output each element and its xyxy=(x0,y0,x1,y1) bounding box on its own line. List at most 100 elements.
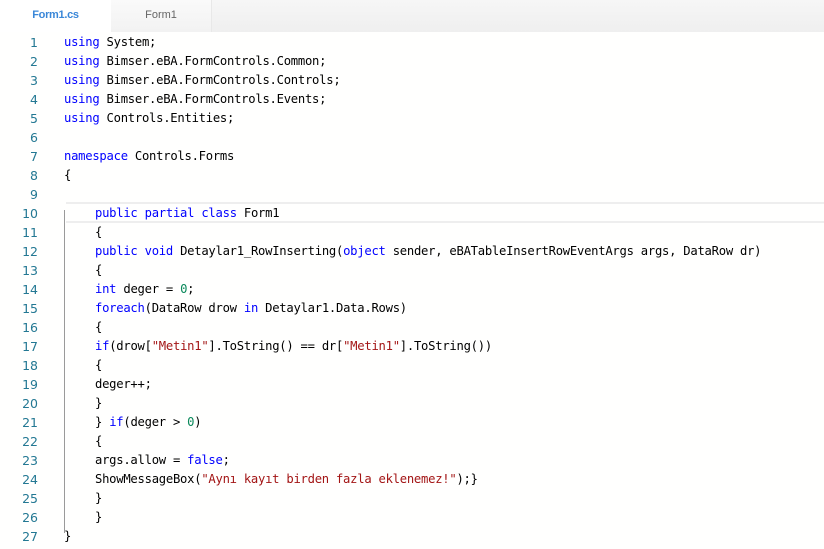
code-token: } xyxy=(95,491,103,505)
editor-tab-bar: Form1.cs Form1 xyxy=(0,0,824,32)
keyword-token: namespace xyxy=(64,149,128,163)
code-token: } xyxy=(95,396,103,410)
code-text: } xyxy=(95,508,102,527)
code-line[interactable]: 7 namespace Controls.Forms xyxy=(0,147,824,166)
line-number: 4 xyxy=(30,92,38,107)
line-number: 16 xyxy=(22,320,38,335)
code-token: deger = xyxy=(116,282,181,296)
code-editor[interactable]: 1 using System; 2 using Bimser.eBA.FormCont… xyxy=(0,32,824,549)
line-number: 22 xyxy=(22,434,38,449)
keyword-token: int xyxy=(95,282,117,296)
code-line[interactable]: 4 using Bimser.eBA.FormControls.Events; xyxy=(0,90,824,109)
code-text: { xyxy=(95,432,102,451)
keyword-token: false xyxy=(187,453,223,467)
code-line[interactable]: 21 } if(deger > 0) xyxy=(0,413,824,432)
keyword-token: public xyxy=(95,244,138,258)
code-line[interactable]: 5 using Controls.Entities; xyxy=(0,109,824,128)
code-text: using System; xyxy=(64,33,156,52)
code-line[interactable]: 9 xyxy=(0,185,824,204)
code-line[interactable]: 20} xyxy=(0,394,824,413)
line-number: 2 xyxy=(30,54,38,69)
code-line[interactable]: 3 using Bimser.eBA.FormControls.Controls; xyxy=(0,71,824,90)
code-token: { xyxy=(95,358,103,372)
line-number: 15 xyxy=(22,301,38,316)
code-line[interactable]: 24 ShowMessageBox("Aynı kayıt birden fazl… xyxy=(0,470,824,489)
code-token: Detaylar1.Data.Rows) xyxy=(258,301,407,315)
code-text: args.allow = false; xyxy=(95,451,230,470)
code-token: (DataRow drow xyxy=(144,301,244,315)
code-token: sender, eBATableInsertRowEventArgs args,… xyxy=(385,244,762,258)
tab-form1-cs[interactable]: Form1.cs xyxy=(0,0,111,32)
keyword-token: using xyxy=(64,92,100,106)
code-line[interactable]: 13 { xyxy=(0,261,824,280)
code-token: (drow[ xyxy=(109,339,152,353)
code-line[interactable]: 22 { xyxy=(0,432,824,451)
code-text: public partial class Form1 xyxy=(95,204,280,223)
code-text: public void Detaylar1_RowInserting(objec… xyxy=(95,242,762,261)
code-token: ; xyxy=(187,282,195,296)
code-text: ShowMessageBox("Aynı kayıt birden fazla … xyxy=(95,470,478,489)
code-token: Bimser.eBA.FormControls.Events; xyxy=(99,92,327,106)
code-line[interactable]: 8{ xyxy=(0,166,824,185)
line-number: 12 xyxy=(22,244,38,259)
code-text: using Controls.Entities; xyxy=(64,109,234,128)
code-line[interactable]: 6 xyxy=(0,128,824,147)
code-text: { xyxy=(95,318,102,337)
keyword-token: if xyxy=(109,415,124,429)
code-token: Controls.Forms xyxy=(127,149,235,163)
line-number: 20 xyxy=(22,396,38,411)
code-token: ) xyxy=(194,415,202,429)
code-line[interactable]: 26} xyxy=(0,508,824,527)
keyword-token: void xyxy=(144,244,174,258)
code-line[interactable]: 16 { xyxy=(0,318,824,337)
tab-form1-designer[interactable]: Form1 xyxy=(111,0,212,32)
line-number: 10 xyxy=(22,206,38,221)
code-line[interactable]: 15 foreach(DataRow drow in Detaylar1.Data… xyxy=(0,299,824,318)
code-line[interactable]: 12 public void Detaylar1_RowInserting(obj… xyxy=(0,242,824,261)
keyword-token: using xyxy=(64,111,100,125)
code-text: using Bimser.eBA.FormControls.Events; xyxy=(64,90,326,109)
code-line[interactable]: 14 int deger = 0; xyxy=(0,280,824,299)
line-number: 8 xyxy=(30,168,38,183)
code-token: (deger > xyxy=(123,415,188,429)
keyword-token: using xyxy=(64,35,100,49)
line-number: 23 xyxy=(22,453,38,468)
line-number: 27 xyxy=(22,529,38,544)
code-token: deger++; xyxy=(95,377,152,391)
code-line[interactable]: 23 args.allow = false; xyxy=(0,451,824,470)
keyword-token: class xyxy=(201,206,237,220)
code-text: } xyxy=(95,394,102,413)
line-number: 21 xyxy=(22,415,38,430)
code-line[interactable]: 19 deger++; xyxy=(0,375,824,394)
code-line[interactable]: 18 { xyxy=(0,356,824,375)
keyword-token: object xyxy=(343,244,386,258)
string-token: "Metin1" xyxy=(151,339,209,353)
code-text: { xyxy=(64,166,71,185)
code-line[interactable]: 2 using Bimser.eBA.FormControls.Common; xyxy=(0,52,824,71)
code-text: deger++; xyxy=(95,375,152,394)
keyword-token: partial xyxy=(144,206,195,220)
code-line[interactable]: 1 using System; xyxy=(0,33,824,52)
line-number: 3 xyxy=(30,73,38,88)
line-number: 6 xyxy=(30,130,38,145)
code-token: Controls.Entities; xyxy=(99,111,235,125)
code-line[interactable]: 11 { xyxy=(0,223,824,242)
keyword-token: in xyxy=(243,301,259,315)
code-line[interactable]: 27} xyxy=(0,527,824,546)
code-line[interactable]: 25} xyxy=(0,489,824,508)
code-text: foreach(DataRow drow in Detaylar1.Data.R… xyxy=(95,299,407,318)
code-text: } if(deger > 0) xyxy=(95,413,202,432)
keyword-token: public xyxy=(95,206,138,220)
code-text: { xyxy=(95,223,102,242)
code-token: Detaylar1_RowInserting( xyxy=(172,244,344,258)
code-token: ; xyxy=(222,453,230,467)
code-text: using Bimser.eBA.FormControls.Common; xyxy=(64,52,326,71)
code-token: Bimser.eBA.FormControls.Common; xyxy=(99,54,327,68)
line-number: 24 xyxy=(22,472,38,487)
code-text: } xyxy=(64,527,71,546)
code-line[interactable]: 17 if(drow["Metin1"].ToString() == dr["Me… xyxy=(0,337,824,356)
code-line[interactable]: 10 public partial class Form1 xyxy=(0,204,824,223)
code-token: ].ToString() == dr[ xyxy=(208,339,344,353)
code-token: ].ToString()) xyxy=(399,339,492,353)
